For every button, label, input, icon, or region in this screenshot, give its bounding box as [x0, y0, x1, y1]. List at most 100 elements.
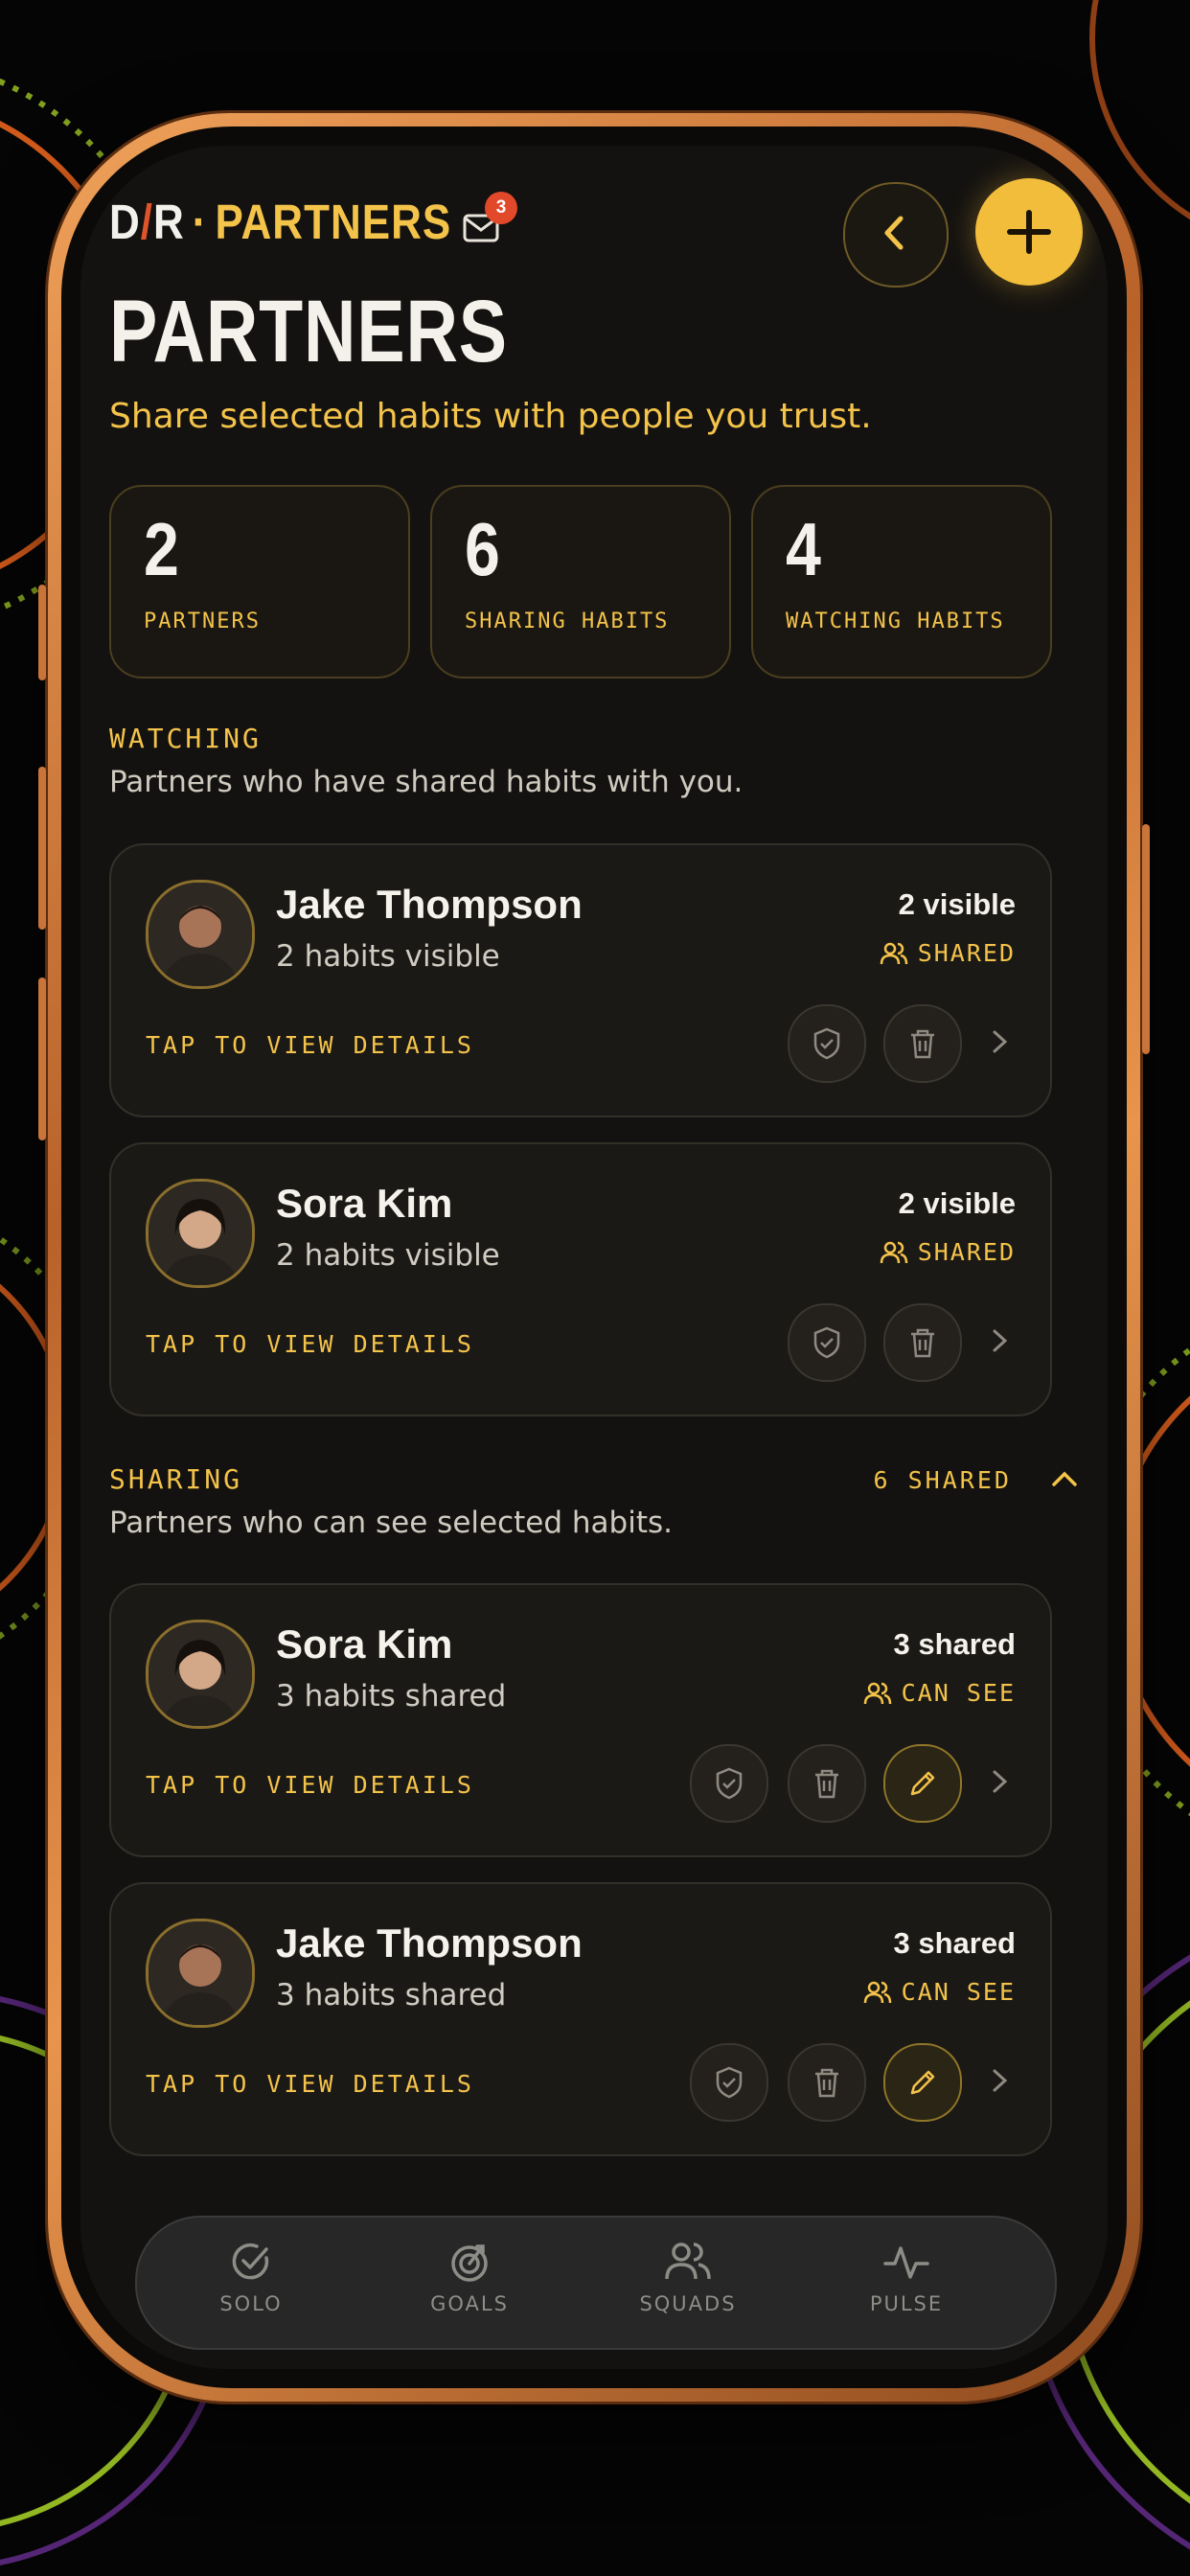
- trash-icon: [815, 2068, 838, 2098]
- back-button[interactable]: [843, 182, 949, 288]
- stat-label: WATCHING HABITS: [786, 610, 1005, 633]
- users-icon: [863, 1682, 891, 1705]
- partner-card[interactable]: Jake Thompson 2 habits visible 2 visible…: [109, 843, 1052, 1117]
- trash-icon: [911, 1328, 934, 1358]
- plus-icon: [1007, 210, 1051, 254]
- watching-description: Partners who have shared habits with you…: [109, 765, 744, 799]
- phone-button: [38, 978, 46, 1140]
- partner-card[interactable]: Sora Kim 3 habits shared 3 shared CAN SE…: [109, 1583, 1052, 1857]
- stat-label: PARTNERS: [144, 610, 261, 633]
- target-icon: [451, 2244, 488, 2282]
- bottom-tab-bar: SOLO GOALS SQUADS PULSE: [135, 2216, 1057, 2350]
- shield-button[interactable]: [788, 1004, 866, 1083]
- delete-button[interactable]: [883, 1004, 962, 1083]
- pencil-icon: [910, 2070, 935, 2095]
- tab-label: SQUADS: [639, 2292, 737, 2315]
- sharing-description: Partners who can see selected habits.: [109, 1506, 673, 1540]
- shield-icon: [716, 2066, 743, 2099]
- sharing-heading: SHARING: [109, 1463, 243, 1495]
- stat-partners: 2 PARTNERS: [109, 485, 410, 678]
- partner-name: Jake Thompson: [276, 882, 583, 927]
- users-icon: [880, 942, 907, 965]
- shield-icon: [813, 1326, 840, 1359]
- partner-habit-count: 2 habits visible: [276, 1238, 500, 1273]
- avatar: [146, 880, 255, 989]
- partner-card[interactable]: Sora Kim 2 habits visible 2 visible SHAR…: [109, 1142, 1052, 1416]
- tap-details-link[interactable]: TAP TO VIEW DETAILS: [146, 2070, 474, 2098]
- partner-card[interactable]: Jake Thompson 3 habits shared 3 shared C…: [109, 1882, 1052, 2156]
- shield-button[interactable]: [690, 2043, 768, 2122]
- partner-name: Sora Kim: [276, 1622, 453, 1667]
- stat-label: SHARING HABITS: [465, 610, 670, 633]
- app-logo: D/R · PARTNERS: [109, 196, 452, 250]
- stat-value: 4: [786, 507, 821, 591]
- tab-solo[interactable]: SOLO: [179, 2239, 323, 2315]
- visible-count: 2 visible: [898, 887, 1016, 921]
- status-badge: SHARED: [880, 939, 1016, 967]
- shield-icon: [716, 1767, 743, 1800]
- status-badge: SHARED: [880, 1238, 1016, 1266]
- stat-value: 6: [465, 507, 500, 591]
- sharing-toggle[interactable]: 6 SHARED: [874, 1466, 1079, 1494]
- trash-icon: [815, 1769, 838, 1799]
- partner-habit-count: 3 habits shared: [276, 1978, 507, 2012]
- edit-button[interactable]: [883, 2043, 962, 2122]
- phone-button: [38, 585, 46, 680]
- top-bar: D/R · PARTNERS 3: [109, 174, 1083, 289]
- pulse-icon: [883, 2246, 929, 2279]
- stat-value: 2: [144, 507, 179, 591]
- brand-label: PARTNERS: [215, 196, 452, 250]
- check-circle-icon: [232, 2242, 269, 2280]
- avatar: [146, 1919, 255, 2028]
- tap-details-link[interactable]: TAP TO VIEW DETAILS: [146, 1031, 474, 1059]
- chevron-right-icon[interactable]: [989, 1027, 1012, 1056]
- tab-goals[interactable]: GOALS: [398, 2239, 541, 2315]
- add-partner-button[interactable]: [975, 178, 1083, 286]
- chevron-left-icon: [884, 216, 904, 250]
- trash-icon: [911, 1029, 934, 1059]
- tab-label: PULSE: [869, 2292, 944, 2315]
- phone-button: [1142, 824, 1150, 1054]
- delete-button[interactable]: [788, 1744, 866, 1823]
- page-title: PARTNERS: [109, 283, 508, 380]
- status-badge: CAN SEE: [863, 1679, 1016, 1707]
- status-badge: CAN SEE: [863, 1978, 1016, 2006]
- notification-badge: 3: [485, 192, 517, 224]
- watching-heading: WATCHING: [109, 723, 262, 754]
- tap-details-link[interactable]: TAP TO VIEW DETAILS: [146, 1771, 474, 1799]
- edit-button[interactable]: [883, 1744, 962, 1823]
- stat-watching-habits: 4 WATCHING HABITS: [751, 485, 1052, 678]
- shared-count: 3 shared: [893, 1926, 1016, 1960]
- avatar: [146, 1179, 255, 1288]
- users-icon: [665, 2242, 711, 2280]
- phone-button: [38, 767, 46, 930]
- chevron-up-icon: [1052, 1471, 1077, 1486]
- tab-pulse[interactable]: PULSE: [835, 2239, 978, 2315]
- tap-details-link[interactable]: TAP TO VIEW DETAILS: [146, 1330, 474, 1358]
- page-subtitle: Share selected habits with people you tr…: [109, 397, 872, 436]
- chevron-right-icon[interactable]: [989, 2066, 1012, 2095]
- pencil-icon: [910, 1771, 935, 1796]
- shield-button[interactable]: [690, 1744, 768, 1823]
- shared-count: 3 shared: [893, 1627, 1016, 1661]
- shield-icon: [813, 1027, 840, 1060]
- users-icon: [880, 1241, 907, 1264]
- shared-count: 6 SHARED: [873, 1466, 1012, 1494]
- tab-label: SOLO: [219, 2292, 283, 2315]
- tab-label: GOALS: [430, 2292, 509, 2315]
- users-icon: [863, 1981, 891, 2004]
- partner-name: Jake Thompson: [276, 1920, 583, 1966]
- shield-button[interactable]: [788, 1303, 866, 1382]
- partner-habit-count: 2 habits visible: [276, 939, 500, 974]
- visible-count: 2 visible: [898, 1186, 1016, 1220]
- delete-button[interactable]: [788, 2043, 866, 2122]
- delete-button[interactable]: [883, 1303, 962, 1382]
- chevron-right-icon[interactable]: [989, 1767, 1012, 1796]
- partner-habit-count: 3 habits shared: [276, 1679, 507, 1714]
- tab-squads[interactable]: SQUADS: [616, 2239, 760, 2315]
- app-screen: D/R · PARTNERS 3 PARTNERS Share selected h…: [80, 146, 1108, 2369]
- stat-sharing-habits: 6 SHARING HABITS: [430, 485, 731, 678]
- avatar: [146, 1620, 255, 1729]
- partner-name: Sora Kim: [276, 1181, 453, 1226]
- chevron-right-icon[interactable]: [989, 1326, 1012, 1355]
